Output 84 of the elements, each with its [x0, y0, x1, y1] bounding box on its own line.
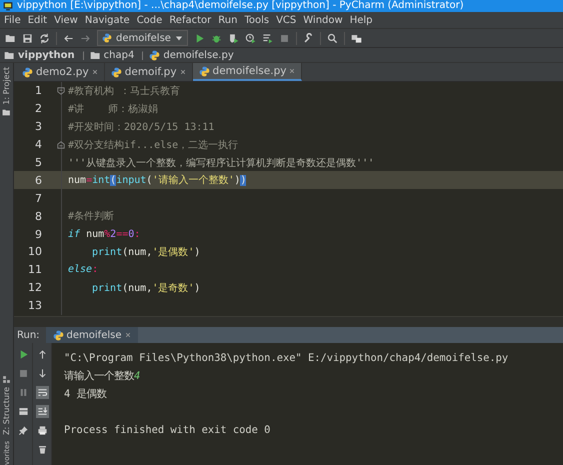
python-icon: [102, 33, 112, 43]
menu-item[interactable]: Code: [136, 14, 162, 26]
python-icon: [198, 66, 210, 76]
line-number: 13: [27, 299, 42, 312]
layout-icon[interactable]: [16, 405, 30, 418]
editor-tab[interactable]: demoifelse.py: [192, 63, 302, 81]
printer-icon[interactable]: [36, 424, 48, 437]
run-config-dropdown[interactable]: demoifelse: [97, 30, 188, 46]
breadcrumb-item[interactable]: chap4: [104, 50, 134, 60]
line-number: 11: [27, 263, 42, 276]
python-icon: [110, 66, 122, 78]
code-line: '''从键盘录入一个整数，编写程序让计算机判断是奇数还是偶数''': [68, 156, 374, 170]
console-line: Process finished with exit code 0: [64, 424, 270, 436]
close-icon[interactable]: [124, 332, 130, 338]
fold-marker-icon[interactable]: [57, 140, 65, 149]
code-line: #教育机构 ：马士兵教育: [68, 84, 180, 98]
line-number: 3: [34, 120, 42, 134]
lines-run-icon[interactable]: [262, 32, 273, 44]
code-line: if num%2==0:: [68, 228, 140, 240]
menu-item[interactable]: View: [54, 14, 78, 26]
line-number: 8: [34, 210, 42, 223]
code-line: num=int(input('请输入一个整数')): [68, 174, 246, 188]
windows-icon[interactable]: [350, 32, 362, 44]
save-icon[interactable]: [22, 32, 33, 44]
clock-run-icon[interactable]: [244, 32, 256, 44]
line-number: 5: [34, 156, 42, 169]
menu-item[interactable]: Run: [218, 14, 238, 26]
console-line: "C:\Program Files\Python38\python.exe" E:/vippython/chap4/demoifelse.py: [64, 352, 508, 364]
sync-icon[interactable]: [39, 32, 50, 44]
close-icon[interactable]: [92, 69, 98, 75]
editor-tab[interactable]: demoif.py: [104, 63, 193, 81]
close-icon[interactable]: [289, 68, 296, 74]
breadcrumb-item[interactable]: demoifelse.py: [163, 50, 234, 60]
shield-run-icon[interactable]: [228, 32, 239, 44]
tool-window-label[interactable]: Z: Structure: [2, 387, 11, 436]
soft-wrap-icon[interactable]: [36, 386, 48, 399]
computer-icon: [3, 1, 13, 11]
line-number: 2: [34, 102, 42, 116]
fold-marker-icon[interactable]: [57, 86, 65, 95]
line-number: 1: [34, 84, 42, 98]
menu-item[interactable]: Refactor: [169, 14, 212, 26]
scroll-to-end-icon[interactable]: [36, 405, 48, 418]
caret-icon: [174, 34, 183, 42]
line-number: 7: [34, 192, 42, 205]
menu-item[interactable]: Navigate: [84, 14, 130, 26]
code-line: #讲 师：杨淑娟: [68, 102, 158, 116]
code-line: else:: [68, 264, 98, 276]
code-line: #开发时间：2020/5/15 13:11: [68, 120, 214, 134]
code-line: print(num,'是偶数'): [91, 246, 200, 259]
folder-icon[interactable]: [2, 108, 11, 117]
back-arrow-icon[interactable]: [63, 32, 74, 44]
code-line: #条件判断: [68, 210, 114, 224]
python-icon: [52, 330, 64, 340]
window-title: vippython [E:\vippython] - ...\chap4\demoifelse.py [vippython] - PyCharm (Administrator): [17, 0, 464, 12]
menu-item[interactable]: Help: [350, 14, 373, 26]
menu-item[interactable]: Window: [303, 14, 343, 26]
console-line: 请输入一个整数4: [64, 369, 140, 383]
folder-icon: [90, 50, 101, 60]
line-number: 6: [34, 174, 42, 187]
code-line: print(num,'是奇数'): [91, 282, 200, 295]
menu-item[interactable]: File: [4, 14, 21, 26]
wrench-icon[interactable]: [302, 32, 314, 44]
console-line: 4 是偶数: [64, 387, 107, 401]
folder-icon[interactable]: [5, 32, 16, 44]
menu-item[interactable]: Tools: [244, 14, 270, 26]
pin-icon[interactable]: [16, 424, 30, 437]
tool-window-label[interactable]: 1: Project: [2, 67, 11, 105]
structure-icon[interactable]: [2, 375, 11, 384]
line-number: 9: [34, 228, 42, 241]
breadcrumb-item[interactable]: vippython: [18, 50, 75, 60]
close-icon[interactable]: [180, 69, 186, 75]
line-number: 4: [34, 138, 42, 152]
run-label: Run:: [14, 327, 46, 343]
python-icon: [22, 66, 33, 78]
menu-item[interactable]: Edit: [28, 14, 48, 26]
line-number: 10: [27, 245, 42, 258]
python-icon: [149, 50, 160, 60]
search-icon[interactable]: [326, 32, 338, 44]
editor-tab[interactable]: demo2.py: [16, 63, 105, 81]
code-line: #双分支结构if...else，二选一执行: [68, 138, 238, 152]
run-tab[interactable]: demoifelse: [46, 327, 138, 343]
line-number: 12: [27, 281, 42, 294]
folder-icon: [4, 50, 15, 60]
menu-item[interactable]: VCS: [276, 14, 296, 26]
